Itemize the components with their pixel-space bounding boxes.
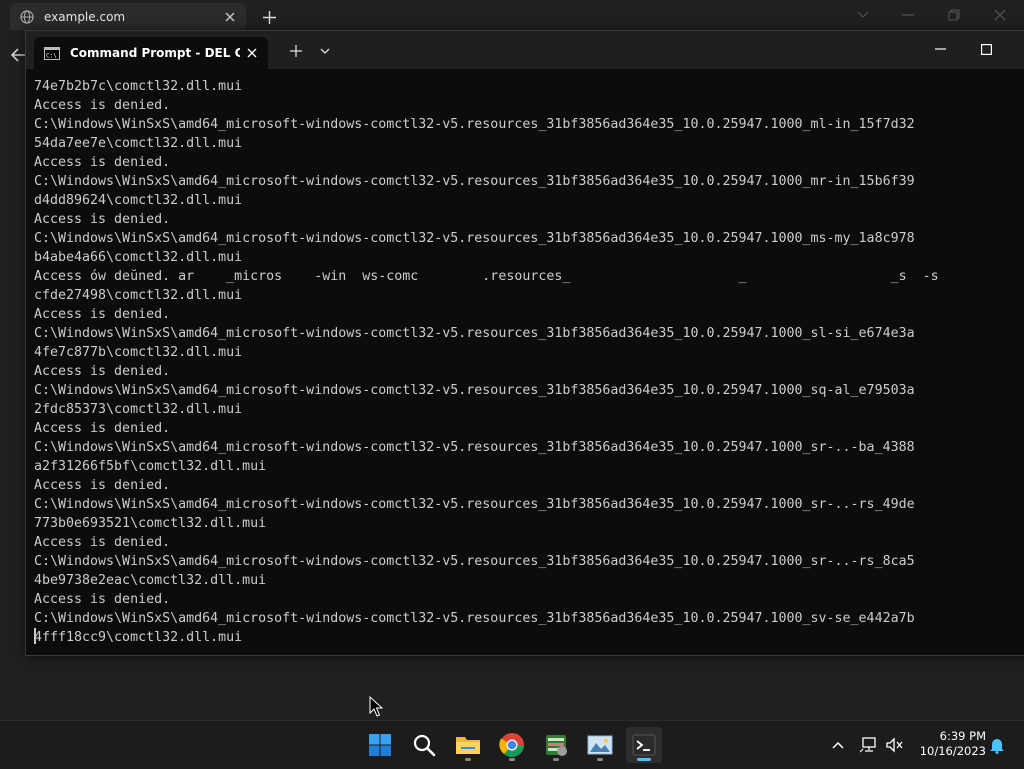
minimize-icon[interactable] — [930, 40, 950, 58]
chevron-up-icon[interactable] — [829, 736, 847, 754]
terminal-line: 4be9738e2eac\comctl32.dll.mui — [34, 573, 267, 588]
close-tab-icon[interactable] — [222, 9, 238, 25]
terminal-line: C:\Windows\WinSxS\amd64_microsoft-window… — [34, 554, 915, 569]
browser-tab-title: example.com — [44, 9, 126, 24]
volume-muted-icon[interactable] — [886, 736, 904, 754]
active-indicator — [637, 758, 651, 761]
terminal-line: Access is denied. — [34, 421, 171, 436]
terminal-line: Access is denied. — [34, 98, 171, 113]
minimize-icon[interactable] — [898, 6, 918, 24]
chevron-down-icon[interactable] — [318, 44, 332, 58]
new-tab-icon[interactable] — [260, 8, 278, 26]
terminal-line: 54da7ee7e\comctl32.dll.mui — [34, 136, 243, 151]
start-button[interactable] — [362, 727, 398, 763]
terminal-line: 2fdc85373\comctl32.dll.mui — [34, 402, 243, 417]
command-prompt-icon: C:\ — [44, 46, 60, 60]
browser-tab[interactable]: example.com — [10, 3, 246, 30]
terminal-window: C:\ Command Prompt - DEL C:\ / 74e7b2b7c… — [25, 30, 1024, 656]
terminal-line: 74e7b2b7c\comctl32.dll.mui — [34, 79, 243, 94]
file-explorer-button[interactable] — [450, 727, 486, 763]
restore-icon[interactable] — [944, 6, 964, 24]
clock-date: 10/16/2023 — [919, 744, 986, 758]
clock-time: 6:39 PM — [939, 729, 986, 743]
close-tab-icon[interactable] — [244, 45, 260, 61]
terminal-line: C:\Windows\WinSxS\amd64_microsoft-window… — [34, 117, 915, 132]
maximize-icon[interactable] — [976, 40, 996, 58]
system-clock[interactable]: 6:39 PM 10/16/2023 — [916, 729, 986, 759]
browser-tab-bar: example.com — [0, 0, 1024, 32]
terminal-output[interactable]: 74e7b2b7c\comctl32.dll.mui Access is deni… — [34, 77, 1024, 655]
terminal-line: a2f31266f5bf\comctl32.dll.mui — [34, 459, 267, 474]
terminal-line: C:\Windows\WinSxS\amd64_microsoft-window… — [34, 326, 915, 341]
mouse-pointer-icon — [369, 696, 383, 717]
taskbar: 6:39 PM 10/16/2023 — [0, 720, 1024, 769]
task-manager-button[interactable] — [538, 727, 574, 763]
running-indicator — [553, 758, 559, 761]
terminal-line: C:\Windows\WinSxS\amd64_microsoft-window… — [34, 440, 915, 455]
terminal-button[interactable] — [626, 727, 662, 763]
terminal-line: Access is denied. — [34, 212, 171, 227]
chrome-icon — [499, 733, 524, 758]
terminal-line: cfde27498\comctl32.dll.mui — [34, 288, 243, 303]
terminal-line: 4fe7c877b\comctl32.dll.mui — [34, 345, 243, 360]
terminal-line: Access is denied. — [34, 535, 171, 550]
new-tab-icon[interactable] — [288, 43, 304, 59]
terminal-line: Access is denied. — [34, 307, 171, 322]
search-icon — [413, 734, 436, 757]
terminal-line: C:\Windows\WinSxS\amd64_microsoft-window… — [34, 383, 915, 398]
picture-icon — [587, 735, 613, 755]
terminal-line: d4dd89624\comctl32.dll.mui — [34, 193, 243, 208]
search-button[interactable] — [406, 727, 442, 763]
terminal-line: 4fff18cc9\comctl32.dll.mui — [34, 630, 243, 645]
terminal-icon — [632, 734, 656, 756]
chrome-button[interactable] — [494, 727, 530, 763]
terminal-line: 773b0e693521\comctl32.dll.mui — [34, 516, 267, 531]
folder-icon — [456, 737, 480, 754]
terminal-line: C:\Windows\WinSxS\amd64_microsoft-window… — [34, 231, 915, 246]
task-manager-icon — [546, 735, 567, 756]
terminal-line: C:\Windows\WinSxS\amd64_microsoft-window… — [34, 611, 915, 626]
terminal-tab-title: Command Prompt - DEL C:\ / — [70, 46, 240, 60]
terminal-tab[interactable]: C:\ Command Prompt - DEL C:\ / — [34, 37, 268, 69]
image-viewer-button[interactable] — [582, 727, 618, 763]
terminal-line: Access ów deŭned. ar _micros -win ws-com… — [34, 269, 939, 284]
globe-icon — [20, 9, 34, 24]
running-indicator — [509, 758, 515, 761]
terminal-line: Access is denied. — [34, 478, 171, 493]
running-indicator — [597, 758, 603, 761]
terminal-line: C:\Windows\WinSxS\amd64_microsoft-window… — [34, 174, 915, 189]
terminal-line: Access is denied. — [34, 155, 171, 170]
terminal-line: Access is denied. — [34, 592, 171, 607]
notification-bell-icon[interactable] — [988, 736, 1006, 754]
chevron-down-icon[interactable] — [853, 6, 873, 24]
svg-text:C:\: C:\ — [46, 52, 57, 59]
close-icon[interactable] — [990, 6, 1010, 24]
terminal-title-bar[interactable]: C:\ Command Prompt - DEL C:\ / — [26, 31, 1024, 69]
terminal-line: b4abe4a66\comctl32.dll.mui — [34, 250, 243, 265]
windows-logo-icon — [369, 734, 391, 756]
network-icon[interactable] — [860, 736, 878, 754]
running-indicator — [465, 758, 471, 761]
text-cursor — [34, 628, 36, 644]
terminal-line: Access is denied. — [34, 364, 171, 379]
terminal-line: C:\Windows\WinSxS\amd64_microsoft-window… — [34, 497, 915, 512]
